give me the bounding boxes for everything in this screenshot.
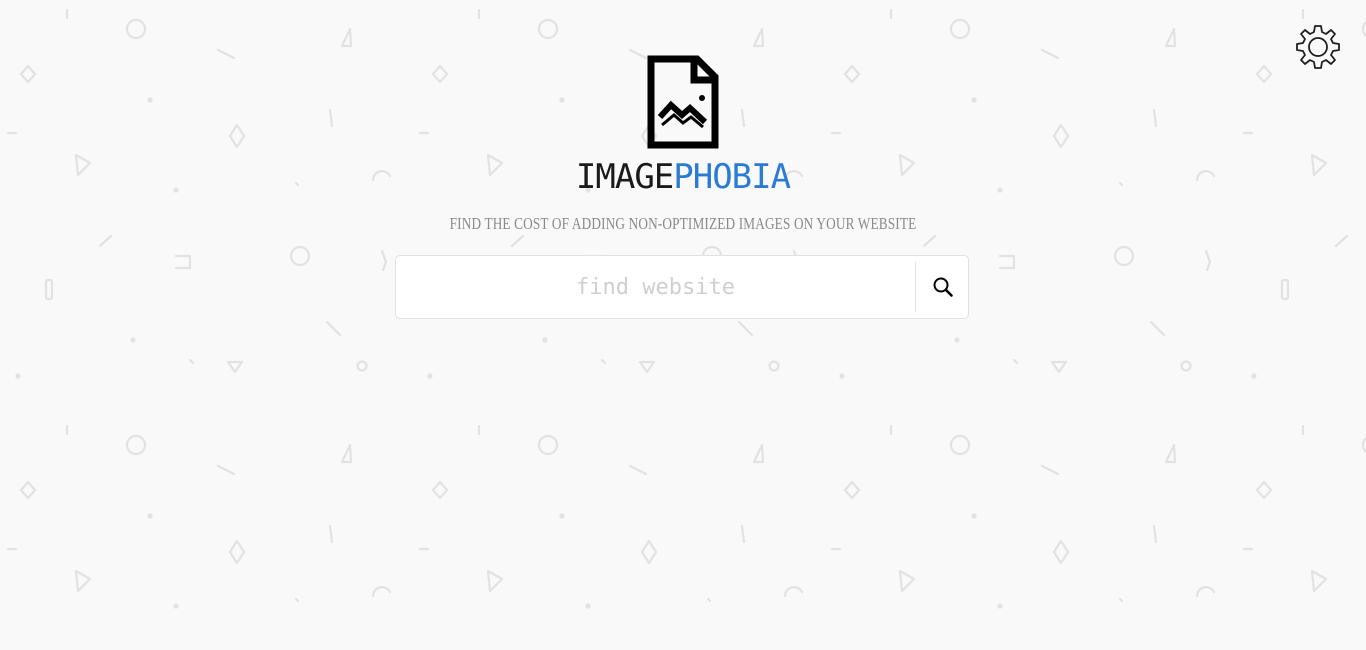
file-image-icon — [647, 55, 719, 149]
search-input[interactable] — [396, 256, 915, 318]
brand-title-part2: PHOBIA — [673, 157, 791, 197]
search-icon — [933, 277, 953, 297]
brand-title: IMAGEPHOBIA — [0, 153, 1366, 201]
gear-icon — [1296, 25, 1340, 69]
brand-title-part1: IMAGE — [575, 157, 674, 197]
tagline: FIND THE COST OF ADDING NON-OPTIMIZED IM… — [449, 214, 917, 233]
settings-button[interactable] — [1294, 23, 1342, 71]
search-button[interactable] — [916, 256, 969, 318]
search-bar — [395, 255, 969, 319]
logo — [645, 55, 721, 151]
